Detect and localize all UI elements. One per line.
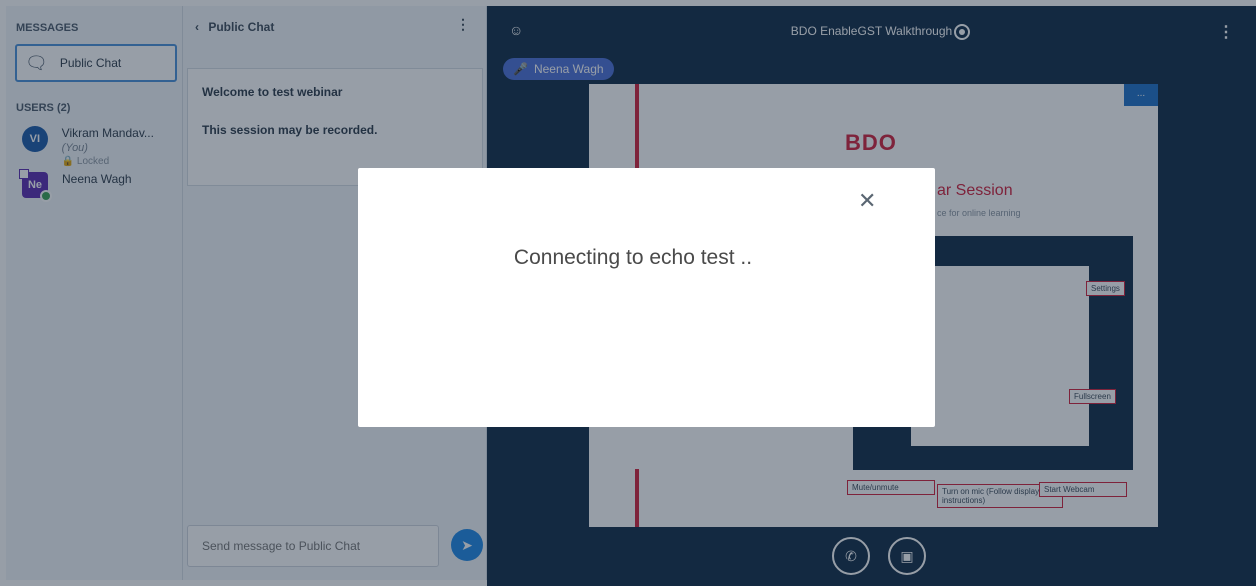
echo-test-modal: ✕ Connecting to echo test .. [358,168,935,427]
close-icon[interactable]: ✕ [858,188,876,214]
modal-message: Connecting to echo test .. [513,246,753,269]
app-root: MESSAGES 🗨 Public Chat USERS (2) VI Vikr… [0,0,1256,586]
